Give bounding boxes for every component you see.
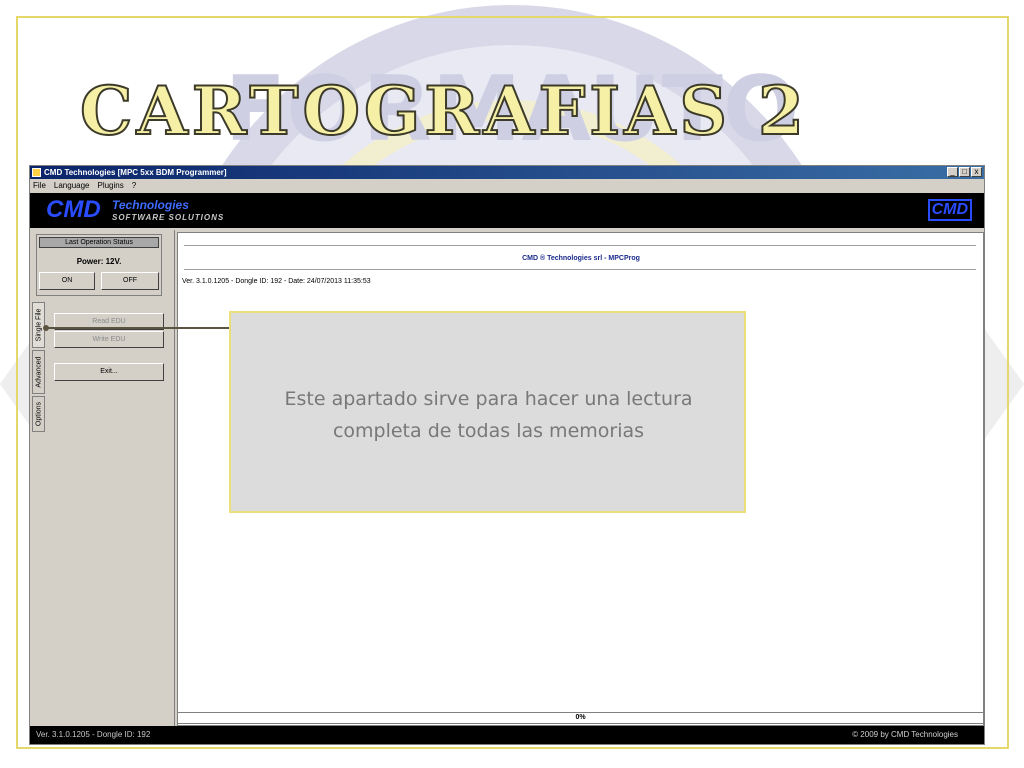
callout-connector bbox=[45, 327, 230, 329]
exit-button[interactable]: Exit... bbox=[54, 363, 164, 381]
window-controls: _ □ x bbox=[947, 167, 982, 177]
last-operation-status: Last Operation Status bbox=[39, 237, 159, 248]
menu-file[interactable]: File bbox=[33, 179, 46, 193]
slide-title: CARTOGRAFIAS 2 bbox=[79, 72, 808, 150]
minimize-button[interactable]: _ bbox=[947, 167, 958, 177]
power-label: Power: 12V. bbox=[76, 257, 122, 266]
version-line: Ver. 3.1.0.1205 - Dongle ID: 192 - Date:… bbox=[182, 278, 371, 285]
status-group: Last Operation Status Power: 12V. ON OFF bbox=[36, 234, 162, 296]
window-titlebar[interactable]: CMD Technologies [MPC 5xx BDM Programmer… bbox=[30, 166, 984, 179]
brand-banner: CMD Technologies SOFTWARE SOLUTIONS CMD bbox=[30, 193, 984, 228]
progress-label: 0% bbox=[575, 714, 586, 721]
left-panel: Last Operation Status Power: 12V. ON OFF… bbox=[30, 230, 175, 726]
divider bbox=[184, 269, 976, 270]
brand-tagline: SOFTWARE SOLUTIONS bbox=[112, 213, 225, 222]
power-on-button[interactable]: ON bbox=[39, 272, 95, 290]
brand-logo: CMD bbox=[46, 196, 101, 223]
power-off-button[interactable]: OFF bbox=[101, 272, 159, 290]
status-version: Ver. 3.1.0.1205 - Dongle ID: 192 bbox=[36, 730, 151, 739]
close-button[interactable]: x bbox=[971, 167, 982, 177]
app-icon bbox=[32, 168, 41, 177]
tab-options[interactable]: Options bbox=[32, 396, 45, 432]
divider bbox=[184, 245, 976, 246]
callout-text: Este apartado sirve para hacer una lectu… bbox=[284, 388, 693, 442]
write-edu-button[interactable]: Write EDU bbox=[54, 331, 164, 348]
menu-help[interactable]: ? bbox=[132, 179, 136, 193]
brand-technologies: Technologies bbox=[112, 198, 189, 212]
status-bar: Ver. 3.1.0.1205 - Dongle ID: 192 © 2009 … bbox=[30, 726, 984, 744]
menu-bar: File Language Plugins ? bbox=[30, 179, 984, 193]
vertical-tabs: Single File Advanced Options bbox=[30, 302, 46, 432]
callout-anchor-dot bbox=[43, 325, 49, 331]
menu-plugins[interactable]: Plugins bbox=[97, 179, 123, 193]
maximize-button[interactable]: □ bbox=[959, 167, 970, 177]
progress-bar: 0% bbox=[177, 712, 984, 724]
menu-language[interactable]: Language bbox=[54, 179, 90, 193]
status-copyright: © 2009 by CMD Technologies bbox=[852, 730, 958, 739]
window-title: CMD Technologies [MPC 5xx BDM Programmer… bbox=[44, 168, 227, 177]
log-header: CMD ® Technologies srl - MPCProg bbox=[522, 255, 640, 262]
callout-box: Este apartado sirve para hacer una lectu… bbox=[229, 311, 746, 513]
tab-advanced[interactable]: Advanced bbox=[32, 350, 45, 394]
brand-logo-right: CMD bbox=[927, 199, 972, 221]
